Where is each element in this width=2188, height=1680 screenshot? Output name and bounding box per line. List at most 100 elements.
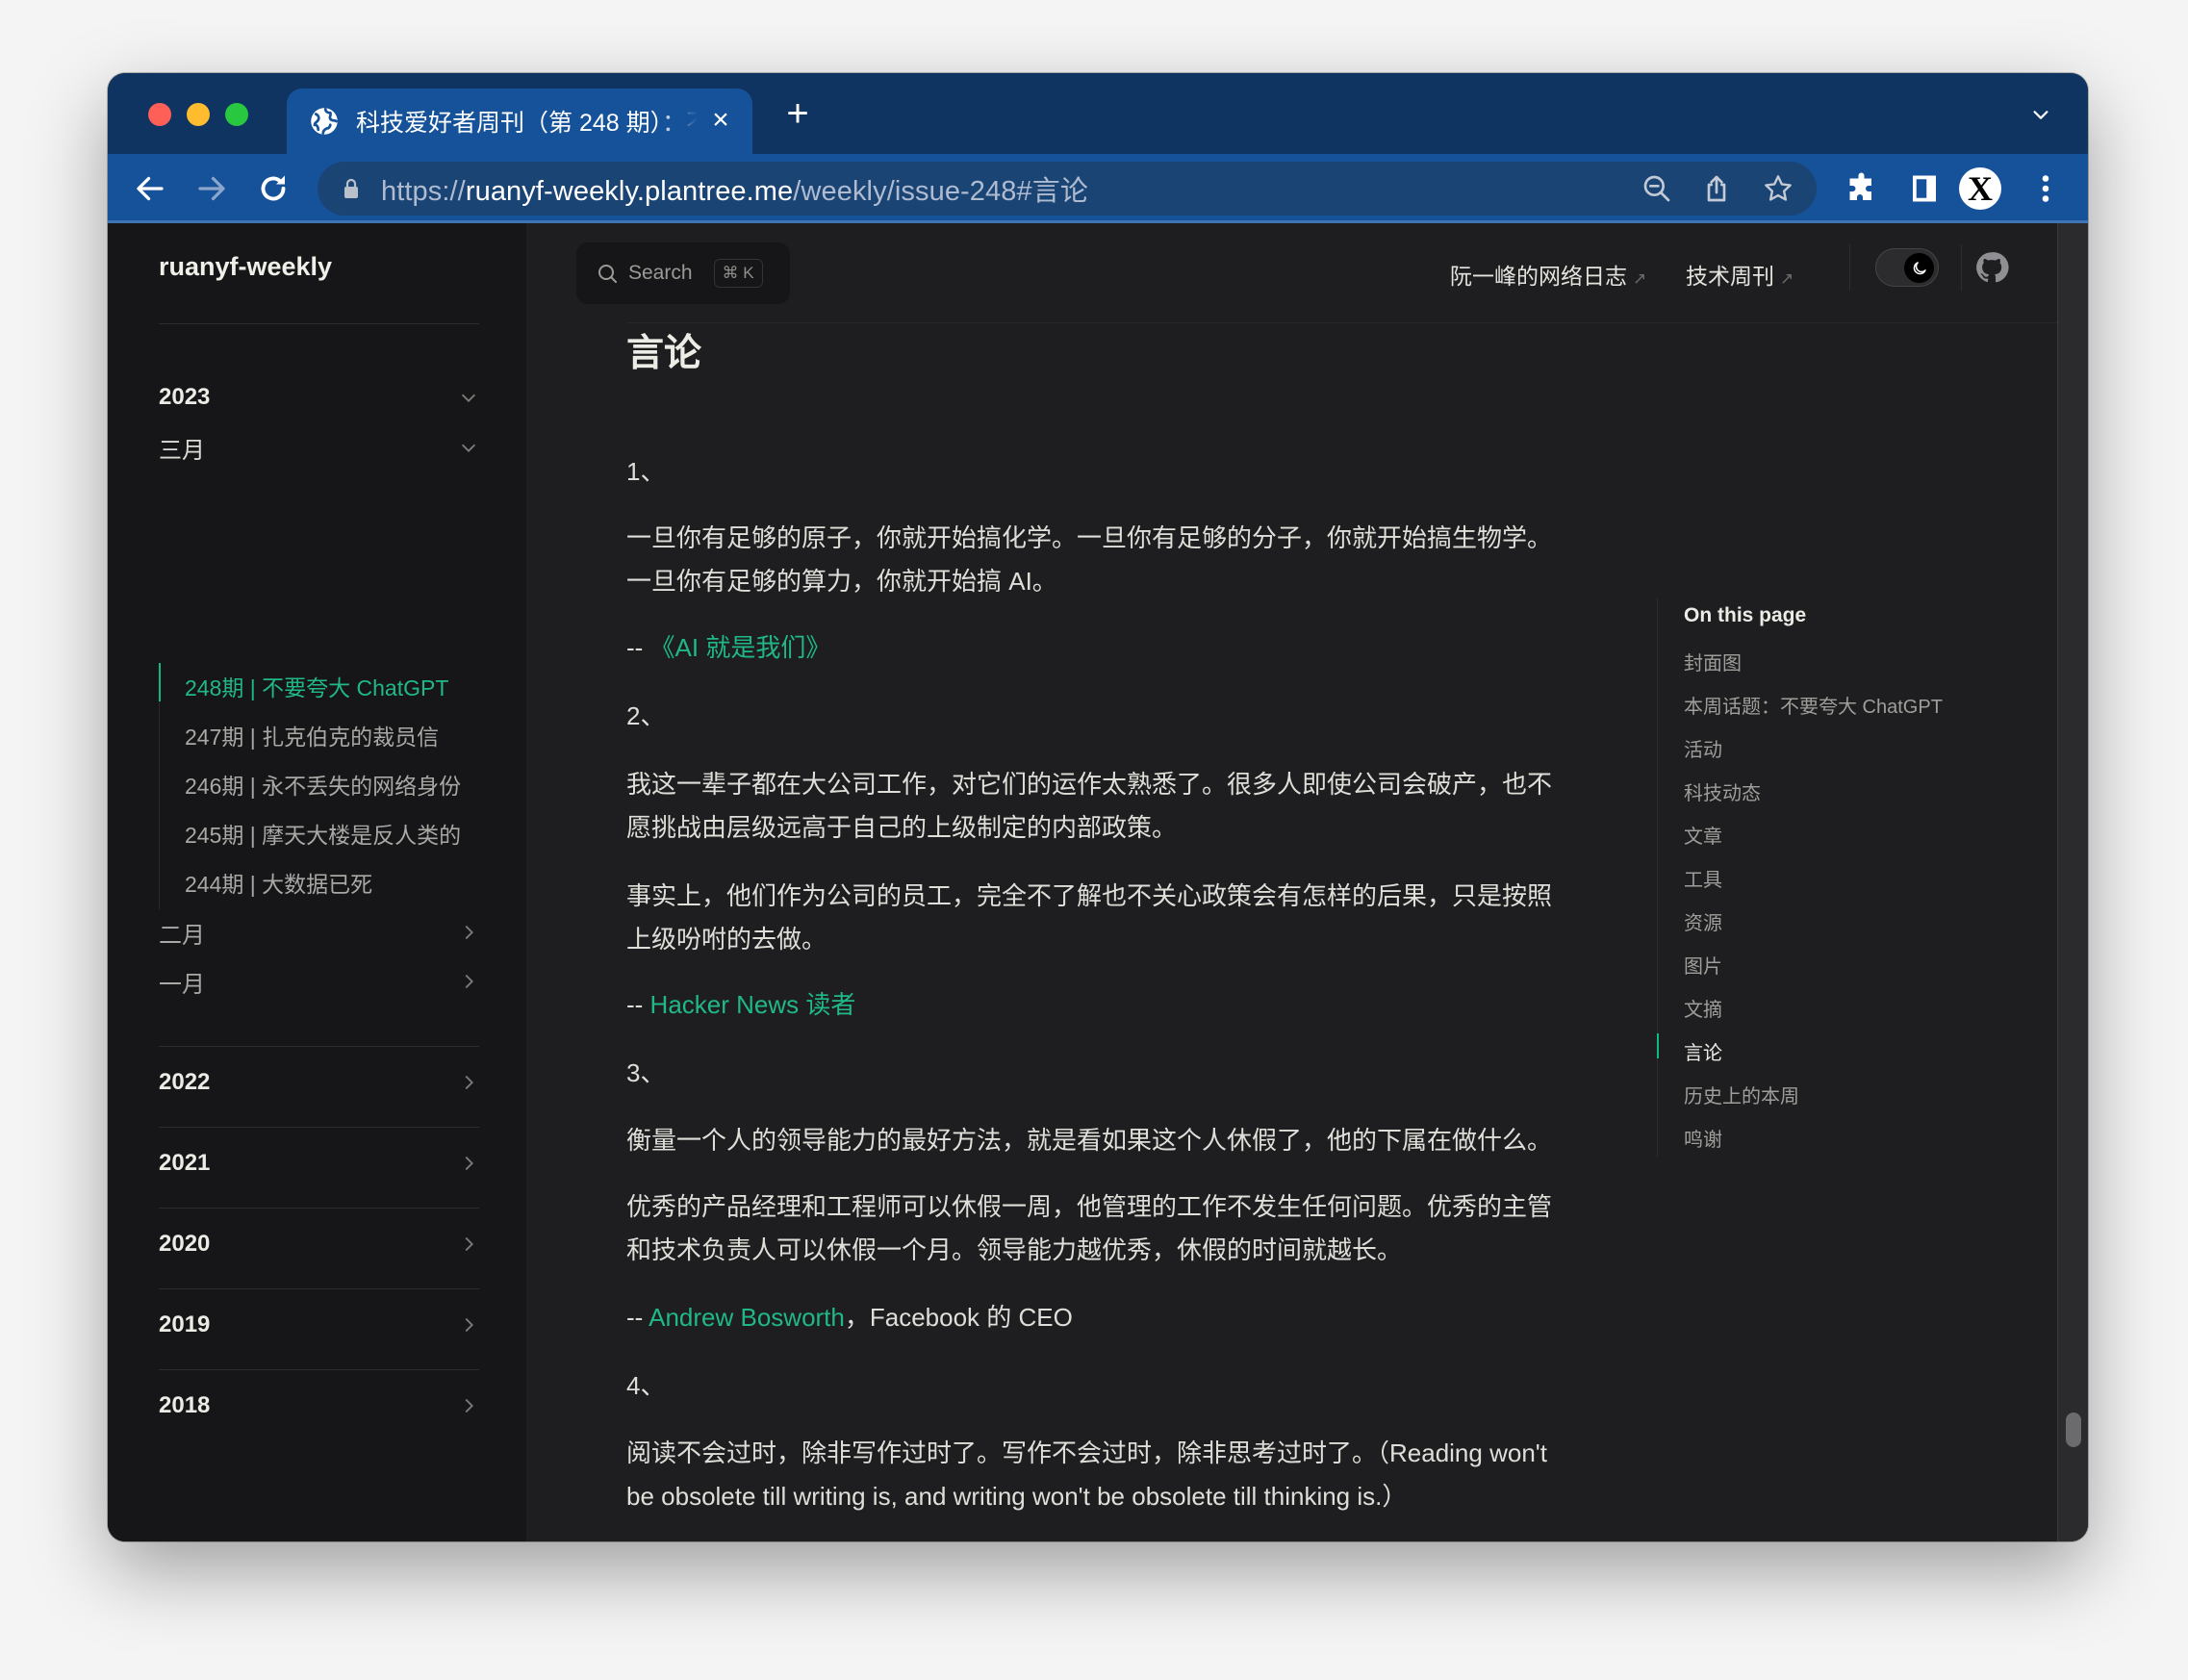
profile-avatar[interactable]: X <box>1959 167 2001 210</box>
theme-toggle[interactable] <box>1875 248 1939 287</box>
zoom-out-icon[interactable] <box>1641 173 1672 204</box>
chevron-right-icon <box>465 1317 473 1333</box>
maximize-window-button[interactable] <box>225 103 248 126</box>
toc-title: On this page <box>1684 604 1807 626</box>
toc-item[interactable]: 图片 <box>1684 951 1722 979</box>
sidebar-item-issue-244[interactable]: 244期 | 大数据已死 <box>185 866 372 899</box>
more-vertical-icon[interactable] <box>2028 171 2063 206</box>
address-bar[interactable]: https://ruanyf-weekly.plantree.me/weekly… <box>318 162 1817 216</box>
source-link[interactable]: 《AI 就是我们》 <box>650 633 831 662</box>
nav-link-blog[interactable]: 阮一峰的网络日志 ↗ <box>1450 258 1646 291</box>
back-arrow-icon[interactable] <box>133 171 167 206</box>
url-path: /weekly/issue-248#言论 <box>793 176 1088 207</box>
divider <box>159 1288 479 1289</box>
quote-source: -- Hacker News 读者 <box>626 983 1569 1027</box>
toc-item[interactable]: 历史上的本周 <box>1684 1081 1799 1108</box>
side-panel-icon[interactable] <box>1907 171 1942 206</box>
quote-text: 阅读不会过时，除非写作过时了。写作不会过时，除非思考过时了。（Reading w… <box>626 1438 1547 1511</box>
sidebar-group-2018[interactable]: 2018 <box>159 1387 479 1424</box>
chevron-right-icon <box>465 974 473 989</box>
source-suffix: ，Facebook 的 CEO <box>844 1303 1073 1332</box>
new-tab-button[interactable]: + <box>781 94 814 133</box>
forward-arrow-icon[interactable] <box>194 171 229 206</box>
quote-source: -- Andrew Bosworth，Facebook 的 CEO <box>626 1296 1569 1339</box>
toggle-knob <box>1904 253 1934 283</box>
sidebar-group-2020[interactable]: 2020 <box>159 1226 479 1262</box>
quote-number: 4、 <box>626 1371 666 1400</box>
source-prefix: -- <box>626 990 650 1019</box>
source-link[interactable]: Hacker News 读者 <box>650 990 856 1019</box>
page-scrollbar[interactable] <box>2057 223 2088 1541</box>
sidebar-item-issue-246[interactable]: 246期 | 永不丢失的网络身份 <box>185 768 461 801</box>
divider <box>1849 244 1850 291</box>
toc-item[interactable]: 本周话题：不要夸大 ChatGPT <box>1684 691 1943 719</box>
close-window-button[interactable] <box>148 103 171 126</box>
sidebar-group-label: 2023 <box>159 384 211 410</box>
sidebar-item-issue-245[interactable]: 245期 | 摩天大楼是反人类的 <box>185 817 461 850</box>
divider <box>159 1046 479 1047</box>
nav-link-weekly[interactable]: 技术周刊 ↗ <box>1686 258 1794 291</box>
search-icon <box>598 265 617 283</box>
scrollbar-thumb[interactable] <box>2066 1413 2081 1447</box>
globe-icon <box>311 108 338 135</box>
sidebar-group-2023[interactable]: 2023 <box>159 379 479 416</box>
url-text[interactable]: https://ruanyf-weekly.plantree.me/weekly… <box>381 168 1088 209</box>
github-icon[interactable] <box>1974 250 2009 285</box>
toc-item[interactable]: 资源 <box>1684 907 1722 935</box>
quote-text: 事实上，他们作为公司的员工，完全不了解也不关心政策会有怎样的后果，只是按照上级吩… <box>626 881 1553 954</box>
sidebar-group-label: 2018 <box>159 1392 211 1418</box>
divider <box>1961 244 1962 291</box>
tab-close-icon[interactable]: × <box>708 106 733 135</box>
quote-number: 2、 <box>626 701 666 730</box>
sidebar-group-label: 2020 <box>159 1231 211 1257</box>
toc-item[interactable]: 文摘 <box>1684 994 1722 1022</box>
search-label: Search <box>628 262 693 284</box>
reload-icon[interactable] <box>256 171 291 206</box>
divider <box>159 1369 479 1370</box>
sidebar-subgroup-label: 三月 <box>159 437 205 464</box>
source-link[interactable]: Andrew Bosworth <box>649 1303 845 1332</box>
minimize-window-button[interactable] <box>187 103 210 126</box>
chevron-right-icon <box>465 1236 473 1252</box>
tab-search-chevron-icon[interactable] <box>2030 104 2051 125</box>
sidebar-group-label: 2022 <box>159 1069 211 1095</box>
browser-tab-active[interactable]: 科技爱好者周刊（第 248 期）：不要夸大 ChatGPT × <box>287 89 752 154</box>
toc-item[interactable]: 活动 <box>1684 734 1722 762</box>
divider <box>159 323 479 324</box>
sidebar-group-2022[interactable]: 2022 <box>159 1064 479 1101</box>
lock-icon <box>344 178 358 198</box>
quote-number: 1、 <box>626 457 666 486</box>
quote-text: 优秀的产品经理和工程师可以休假一周，他管理的工作不发生任何问题。优秀的主管和技术… <box>626 1192 1553 1264</box>
browser-toolbar: https://ruanyf-weekly.plantree.me/weekly… <box>108 154 2088 223</box>
extensions-puzzle-icon[interactable] <box>1845 171 1880 206</box>
sidebar-item-issue-248[interactable]: 248期 | 不要夸大 ChatGPT <box>185 670 448 702</box>
search-button[interactable]: Search ⌘ K <box>576 242 790 304</box>
toc-item[interactable]: 科技动态 <box>1684 777 1761 805</box>
header-divider <box>627 322 2088 323</box>
sidebar-item-issue-247[interactable]: 247期 | 扎克伯克的裁员信 <box>185 719 439 751</box>
chevron-down-icon <box>461 394 476 402</box>
sidebar-subgroup-march[interactable]: 三月 <box>159 429 479 466</box>
sidebar-group-2019[interactable]: 2019 <box>159 1307 479 1343</box>
quote-text: 衡量一个人的领导能力的最好方法，就是看如果这个人休假了，他的下属在做什么。 <box>626 1126 1553 1155</box>
share-icon[interactable] <box>1701 173 1732 204</box>
bookmark-star-icon[interactable] <box>1763 173 1794 204</box>
source-prefix: -- <box>626 633 650 662</box>
toc-item[interactable]: 封面图 <box>1684 648 1742 675</box>
toc-item[interactable]: 工具 <box>1684 864 1722 892</box>
external-link-icon: ↗ <box>1633 269 1647 288</box>
sidebar-nav: ruanyf-weekly 2023 三月 248期 | 不要夸大 ChatGP… <box>108 223 526 1541</box>
chevron-right-icon <box>465 925 473 940</box>
sidebar-subgroup-february[interactable]: 二月 <box>159 914 479 951</box>
toc-item-active[interactable]: 言论 <box>1684 1037 1722 1065</box>
toc-active-indicator <box>1657 1033 1659 1058</box>
external-link-icon: ↗ <box>1780 269 1794 288</box>
toc-rail <box>1657 598 1658 1157</box>
toc-item[interactable]: 鸣谢 <box>1684 1124 1722 1152</box>
sidebar-group-2021[interactable]: 2021 <box>159 1145 479 1182</box>
toc-item[interactable]: 文章 <box>1684 821 1722 849</box>
moon-icon <box>1913 261 1926 274</box>
site-title-link[interactable]: ruanyf-weekly <box>159 252 332 282</box>
sidebar-subgroup-label: 一月 <box>159 971 205 998</box>
sidebar-subgroup-january[interactable]: 一月 <box>159 963 479 1000</box>
